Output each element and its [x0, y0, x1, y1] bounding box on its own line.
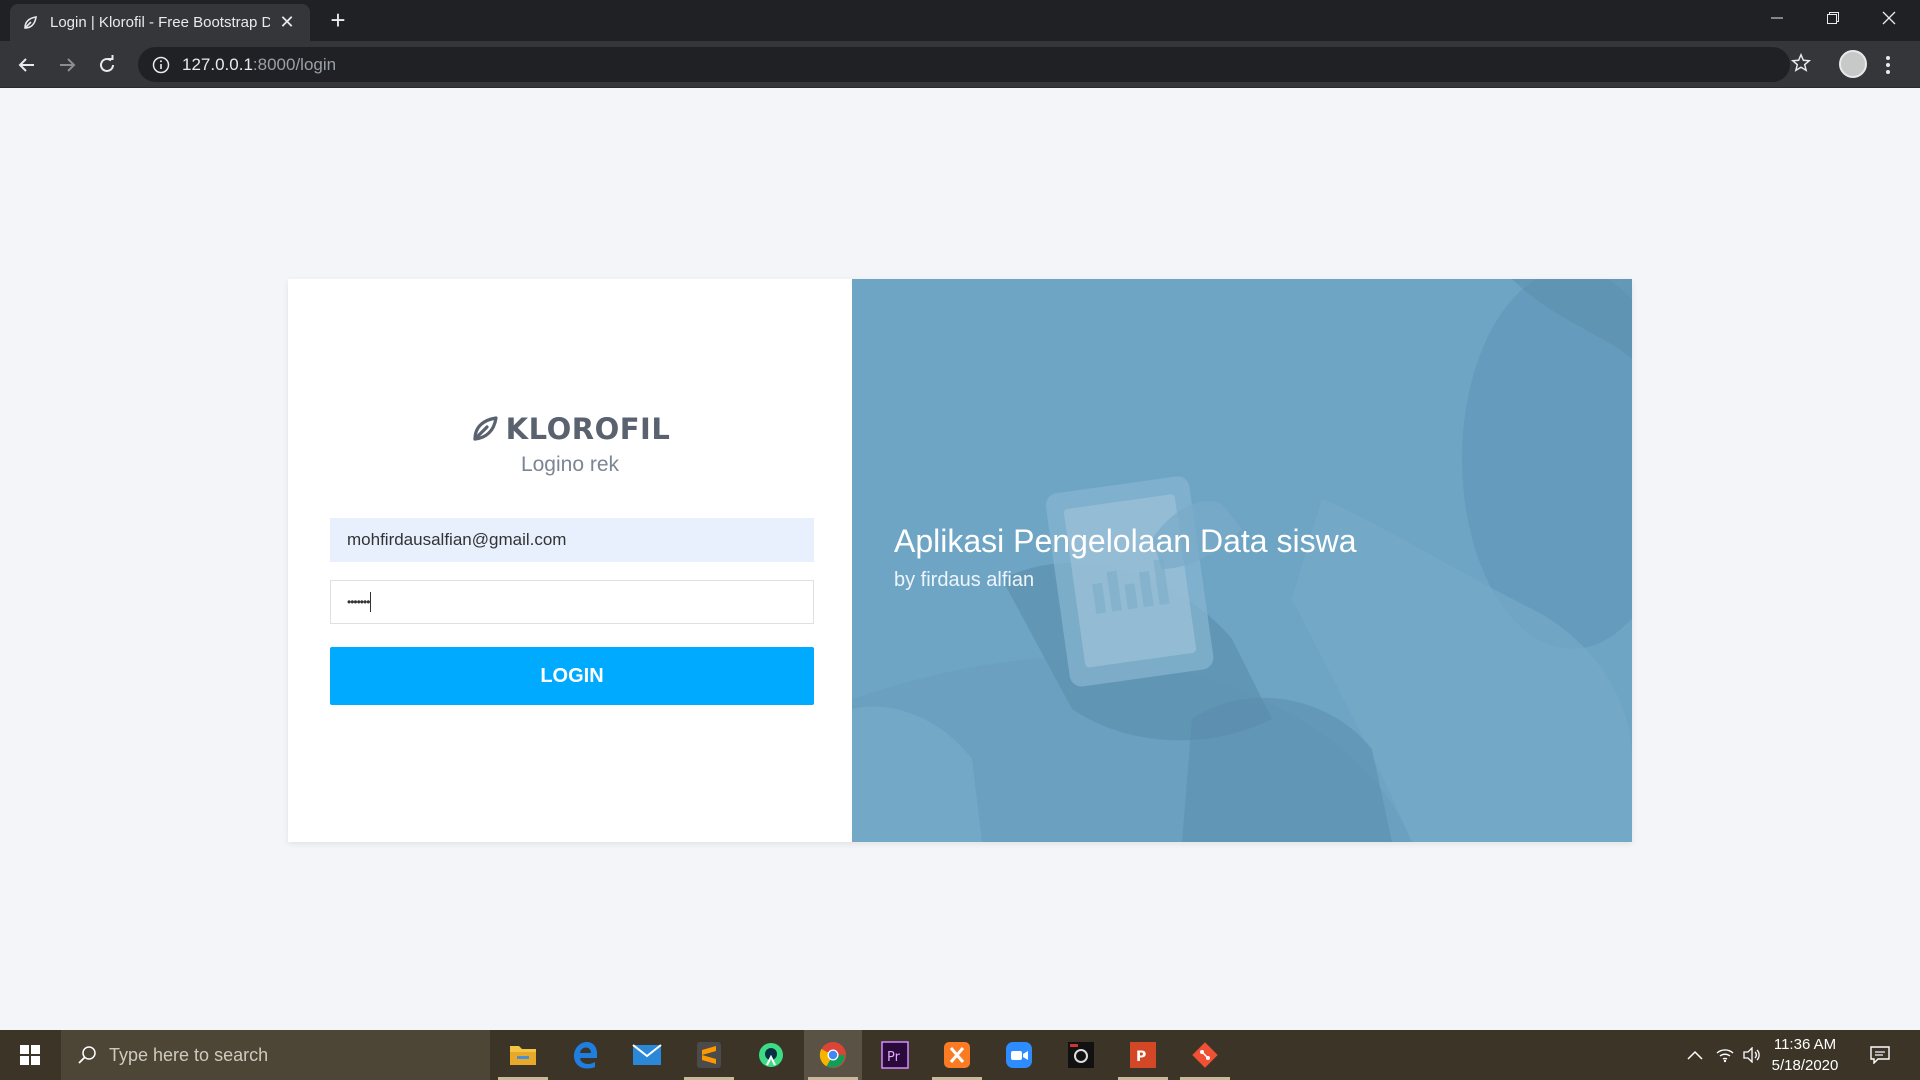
auth-box: KLOROFIL Logino rek mohfirdausalfian@gma… — [288, 279, 1632, 842]
premiere-pro-icon[interactable]: Pr — [866, 1030, 924, 1080]
login-button[interactable]: LOGIN — [330, 647, 814, 705]
taskbar: Type here to search Pr P 11:36 AM 5/18/2… — [0, 1030, 1920, 1080]
profile-avatar[interactable] — [1839, 50, 1867, 78]
sublime-text-icon[interactable] — [680, 1030, 738, 1080]
password-field[interactable]: ••••••• — [330, 580, 814, 624]
edge-icon[interactable] — [556, 1030, 614, 1080]
close-window-icon[interactable] — [1861, 0, 1917, 36]
bookmark-star-icon[interactable] — [1790, 52, 1812, 79]
overlay-subheading: by firdaus alfian — [894, 569, 1035, 591]
android-studio-icon[interactable] — [742, 1030, 800, 1080]
forward-arrow-icon[interactable] — [52, 50, 82, 80]
wifi-icon[interactable] — [1713, 1030, 1737, 1080]
file-explorer-icon[interactable] — [494, 1030, 552, 1080]
text-caret — [370, 592, 372, 612]
logo: KLOROFIL — [288, 412, 852, 446]
svg-text:Pr: Pr — [887, 1050, 901, 1065]
overlay-heading: Aplikasi Pengelolaan Data siswa — [894, 523, 1357, 559]
notifications-icon[interactable] — [1862, 1030, 1898, 1080]
background-photo — [852, 279, 1632, 842]
browser-tabstrip: Login | Klorofil - Free Bootstrap D ✕ + — [0, 0, 1920, 41]
chrome-icon[interactable] — [804, 1030, 862, 1080]
email-value: mohfirdausalfian@gmail.com — [347, 530, 567, 549]
minimize-icon[interactable] — [1749, 0, 1805, 36]
git-icon[interactable] — [1176, 1030, 1234, 1080]
url-host: 127.0.0.1 — [182, 54, 253, 74]
browser-toolbar: 127.0.0.1:8000/login — [0, 41, 1920, 88]
login-panel: KLOROFIL Logino rek mohfirdausalfian@gma… — [288, 279, 852, 842]
search-icon — [78, 1046, 96, 1064]
address-bar[interactable]: 127.0.0.1:8000/login — [138, 47, 1790, 82]
back-arrow-icon[interactable] — [12, 50, 42, 80]
login-lead-text: Logino rek — [520, 453, 620, 476]
clock-time: 11:36 AM — [1773, 1036, 1837, 1053]
password-value: ••••••• — [347, 595, 370, 609]
tab-close-icon[interactable]: ✕ — [276, 12, 298, 33]
clock-date: 5/18/2020 — [1771, 1057, 1839, 1074]
overlay-panel: Aplikasi Pengelolaan Data siswa by firda… — [852, 279, 1632, 842]
taskbar-clock[interactable]: 11:36 AM 5/18/2020 — [1760, 1034, 1850, 1076]
chevron-up-icon[interactable] — [1683, 1030, 1707, 1080]
svg-text:P: P — [1136, 1049, 1146, 1065]
reload-icon[interactable] — [92, 50, 122, 80]
email-field[interactable]: mohfirdausalfian@gmail.com — [330, 518, 814, 562]
logo-text: KLOROFIL — [505, 412, 671, 446]
taskbar-search-box[interactable]: Type here to search — [61, 1030, 490, 1080]
windows-start-icon[interactable] — [0, 1030, 60, 1080]
url-path: :8000/login — [252, 54, 337, 74]
browser-tab[interactable]: Login | Klorofil - Free Bootstrap D ✕ — [10, 4, 310, 41]
powerpoint-icon[interactable]: P — [1114, 1030, 1172, 1080]
new-tab-button[interactable]: + — [324, 6, 352, 34]
restore-icon[interactable] — [1805, 0, 1861, 36]
search-placeholder: Type here to search — [109, 1044, 269, 1065]
leaf-logo-icon — [473, 416, 498, 441]
tab-title: Login | Klorofil - Free Bootstrap D — [50, 14, 270, 31]
xampp-icon[interactable] — [928, 1030, 986, 1080]
unknown-app-icon[interactable] — [1052, 1030, 1110, 1080]
menu-kebab-icon[interactable] — [1884, 53, 1892, 77]
leaf-icon — [22, 14, 40, 32]
info-icon[interactable] — [152, 56, 170, 74]
zoom-icon[interactable] — [990, 1030, 1048, 1080]
mail-icon[interactable] — [618, 1030, 676, 1080]
